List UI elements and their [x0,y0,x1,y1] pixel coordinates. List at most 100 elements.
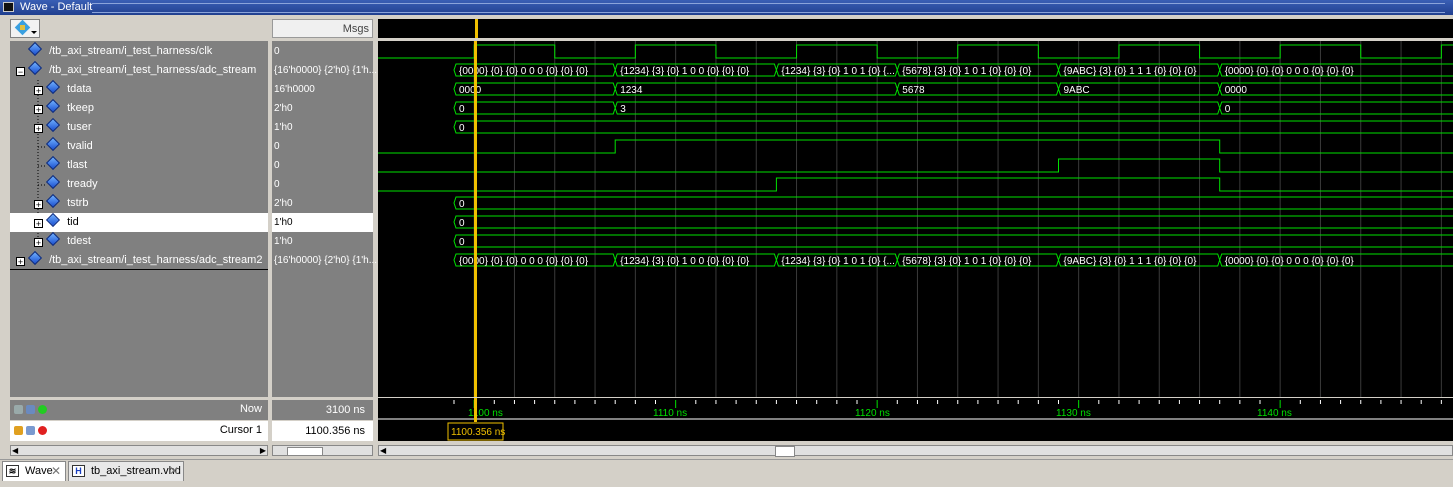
expand-icon[interactable]: + [34,124,43,134]
delete-cursor-icon[interactable] [38,426,47,435]
scroll-left-icon[interactable]: ◀ [12,446,18,455]
cursor-toolbar-icons [14,426,50,438]
signal-icon [45,79,61,95]
edit-icon[interactable] [26,426,35,435]
signal-row-tid[interactable]: + tid [10,212,268,232]
now-label: Now [239,403,262,415]
expand-icon[interactable]: + [34,105,43,115]
waveform-tready [378,177,1453,192]
signal-name: tready [67,178,98,190]
signal-name: /tb_axi_stream/i_test_harness/clk [49,45,213,57]
adc-stream-label: {1234} {3} {0} 1 0 0 {0} {0} {0} [620,66,750,77]
cursor-row[interactable]: Cursor 1 [10,421,268,441]
tkeep-label: 0 [1225,104,1231,115]
adc-stream2-label: {9ABC} {3} {0} 1 1 1 {0} {0} {0} [1064,256,1198,267]
value-tstrb: 2'h0 [274,198,293,209]
signal-name-pane[interactable]: /tb_axi_stream/i_test_harness/clk − /tb_… [10,41,268,397]
expand-icon[interactable]: + [34,86,43,96]
time-ruler[interactable]: 1100 ns 1110 ns 1120 ns 1130 ns 1140 ns … [378,398,1453,441]
zoom-icon[interactable] [14,405,23,414]
collapse-icon[interactable]: − [16,67,25,77]
cursor-ruler-marker [474,398,477,422]
tab-tb-axi-stream-vhd[interactable]: H tb_axi_stream.vhd ✕ [68,461,184,481]
signal-dropdown-button[interactable] [10,19,40,38]
wave-icon: ≋ [6,465,19,477]
signal-icon [45,193,61,209]
monitor-icon[interactable] [26,405,35,414]
waveform-canvas[interactable]: {0000} {0} {0} 0 0 0 {0} {0} {0} {1234} {… [378,41,1453,397]
value-adc-stream: {16'h0000} {2'h0} {1'h... [274,65,378,76]
signal-row-clk[interactable]: /tb_axi_stream/i_test_harness/clk [27,41,213,61]
cursor-label: Cursor 1 [219,424,262,436]
ruler-ticks [453,400,1442,408]
msgs-column-header[interactable]: Msgs [272,19,373,38]
signal-name: tuser [67,121,92,133]
tkeep-label: 0 [459,104,465,115]
signal-icon [45,212,61,228]
signal-icon [45,155,61,171]
wave-pane-scrollbar[interactable]: ◀ [378,445,1453,457]
tab-wave[interactable]: ≋ Wave ✕ [2,461,66,481]
cursor-line[interactable] [474,41,477,397]
waveform-pane[interactable]: {0000} {0} {0} 0 0 0 {0} {0} {0} {1234} {… [378,41,1453,397]
value-adc-stream2: {16'h0000} {2'h0} {1'h... [274,255,378,266]
signal-icon [45,231,61,247]
signal-icon [27,250,43,266]
signal-row-adc-stream2[interactable]: /tb_axi_stream/i_test_harness/adc_stream… [27,250,262,270]
tick-label-1110: 1110 ns [653,408,687,419]
scroll-thumb[interactable] [287,447,323,456]
value-tkeep: 2'h0 [274,103,293,114]
adc-stream2-label: {5678} {3} {0} 1 0 1 {0} {0} {0} [902,256,1032,267]
value-tuser: 1'h0 [274,122,293,133]
value-tlast: 0 [274,160,280,171]
signal-row-tdest[interactable]: tdest [45,231,91,251]
expand-icon[interactable]: + [34,219,43,229]
signal-row-tready[interactable]: tready [45,174,98,194]
value-tready: 0 [274,179,280,190]
name-pane-scrollbar[interactable]: ◀ ▶ [10,445,268,456]
lock-icon[interactable] [14,426,23,435]
waveform-constant [453,120,1453,134]
cursor-flag-label: 1100.356 ns [451,427,505,438]
close-icon[interactable]: ✕ [169,462,179,480]
tdata-label: 9ABC [1064,85,1090,96]
add-cursor-icon[interactable] [38,405,47,414]
signal-row-adc-stream[interactable]: /tb_axi_stream/i_test_harness/adc_stream [27,60,257,80]
value-pane-scrollbar[interactable] [272,445,373,456]
scroll-thumb[interactable] [775,446,795,457]
waveform-constant [453,196,1453,210]
tkeep-label: 3 [620,104,626,115]
signal-name: tlast [67,159,88,171]
scroll-left-icon[interactable]: ◀ [380,446,386,455]
adc-stream2-label: {0000} {0} {0} 0 0 0 {0} {0} {0} [1225,256,1355,267]
adc-stream-label: {5678} {3} {0} 1 0 1 {0} {0} {0} [902,66,1032,77]
app-icon [3,2,14,12]
divider [10,269,268,270]
signal-row-tstrb[interactable]: tstrb [45,193,88,213]
dropdown-icon [14,19,37,36]
tick-label-1120: 1120 ns [855,408,890,419]
document-tab-bar [0,459,1453,482]
close-icon[interactable]: ✕ [51,462,61,480]
tick-label-1140: 1140 ns [1257,408,1292,419]
expand-icon[interactable]: + [16,257,25,267]
titlebar-grip[interactable] [92,3,1445,13]
cursor-value[interactable]: 1100.356 ns [272,421,373,441]
signal-row-tkeep[interactable]: tkeep [45,98,94,118]
adc-stream2-label: {1234} {3} {0} 1 0 0 {0} {0} {0} [620,256,750,267]
signal-name: /tb_axi_stream/i_test_harness/adc_stream [49,64,257,76]
signal-row-tdata[interactable]: tdata [45,79,92,99]
window-titlebar[interactable]: Wave - Default [0,0,1453,15]
constant-label: 0 [459,199,465,210]
constant-label: 0 [459,218,465,229]
signal-row-tvalid[interactable]: tvalid [45,136,93,156]
expand-icon[interactable]: + [34,200,43,210]
cursor-header-marker [475,19,478,38]
signal-row-tlast[interactable]: tlast [45,155,88,175]
expand-icon[interactable]: + [34,238,43,248]
value-tid: 1'h0 [272,213,373,232]
signal-row-tuser[interactable]: tuser [45,117,92,137]
scroll-right-icon[interactable]: ▶ [260,446,266,455]
waveform-constant [453,215,1453,229]
adc-stream2-label: {0000} {0} {0} 0 0 0 {0} {0} {0} [459,256,589,267]
